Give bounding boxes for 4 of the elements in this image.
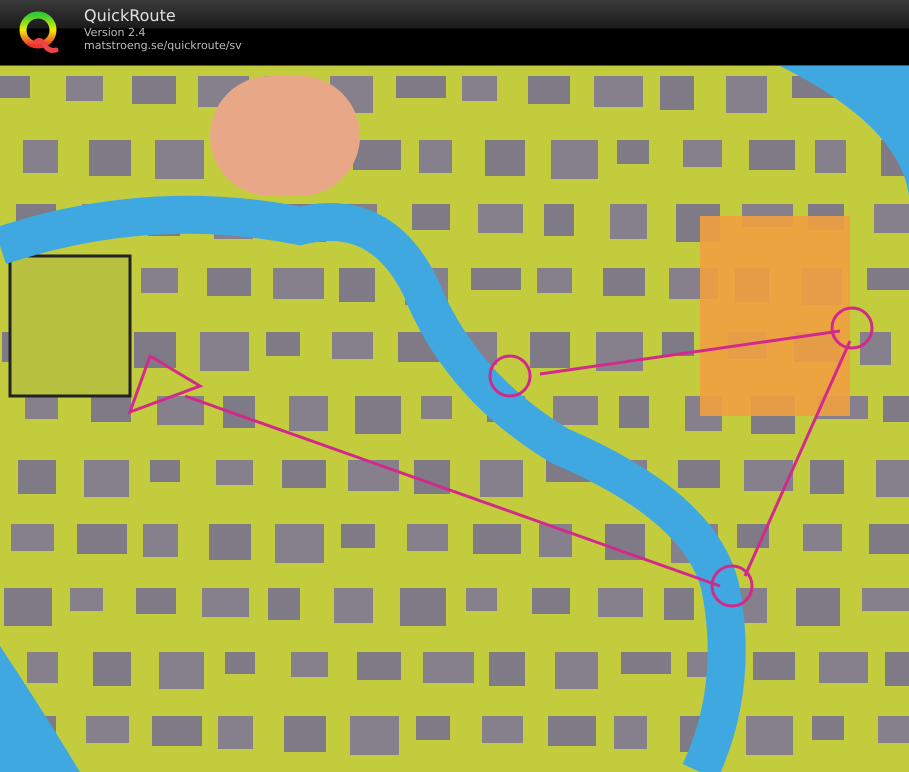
- app-title: QuickRoute: [84, 6, 177, 26]
- logo-icon: [18, 10, 60, 56]
- version-label: Version 2.4: [84, 26, 146, 38]
- website-url: matstroeng.se/quickroute/sv: [84, 38, 242, 52]
